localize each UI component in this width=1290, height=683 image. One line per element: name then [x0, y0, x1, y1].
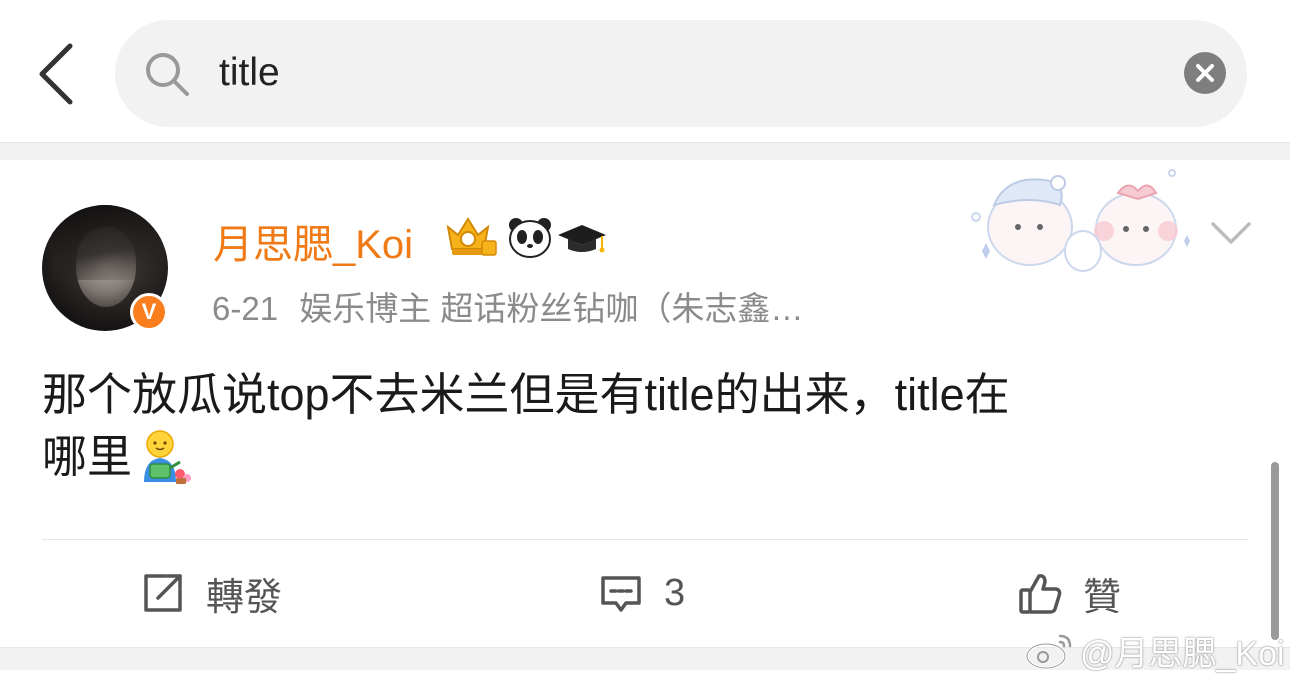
watermark-text: @月思腮_Koi: [1080, 634, 1285, 673]
chevron-left-icon: [39, 43, 73, 105]
post-content-line: 那个放瓜说top不去米兰但是有title的出来，title在: [42, 369, 1010, 420]
avatar-hair: [52, 205, 162, 280]
like-button[interactable]: 贊: [1017, 564, 1121, 622]
profile-description[interactable]: 娱乐博主 超话粉丝钻咖（朱志鑫…: [299, 290, 803, 327]
comment-button[interactable]: 3: [598, 564, 685, 622]
search-icon: [146, 53, 189, 96]
verified-badge: V: [130, 293, 168, 331]
post-options-button[interactable]: [1207, 214, 1255, 250]
repost-label: 轉發: [206, 576, 283, 619]
repost-icon: [144, 574, 182, 612]
post-meta: 6-21 娱乐博主 超话粉丝钻咖（朱志鑫…: [212, 282, 815, 330]
panda-icon: [509, 218, 551, 258]
post-content[interactable]: 那个放瓜说top不去米兰但是有title的出来，title在 哪里: [42, 364, 1232, 488]
post-content-text: 哪里: [42, 431, 133, 482]
weibo-watermark: @月思腮_Koi: [1024, 628, 1285, 673]
action-divider: [42, 539, 1248, 540]
thumbs-up-icon: [1019, 574, 1062, 614]
graduation-cap-icon: [558, 225, 606, 253]
weibo-logo-icon: [1025, 634, 1072, 670]
decorative-bunny-sticker: [971, 169, 1190, 272]
back-button[interactable]: [28, 38, 88, 110]
chevron-down-icon: [1211, 222, 1251, 244]
search-bar: [115, 20, 1247, 127]
crown-badge-icon: [446, 217, 497, 256]
search-input[interactable]: [219, 42, 1119, 104]
scrollbar[interactable]: [1271, 462, 1279, 640]
watering-can-emoji-icon: [144, 430, 192, 484]
like-label: 贊: [1083, 576, 1122, 619]
user-badges: [446, 217, 606, 258]
repost-button[interactable]: 轉發: [140, 564, 282, 622]
section-separator: [0, 142, 1290, 161]
post-content-line: 哪里: [42, 426, 1232, 488]
comment-icon: [601, 576, 641, 612]
clear-search-button[interactable]: [1184, 52, 1226, 94]
comment-count: 3: [664, 571, 686, 614]
post-username[interactable]: 月思腮_Koi: [213, 212, 413, 270]
top-bar: [0, 0, 1290, 142]
post-date: 6-21: [212, 290, 279, 327]
clear-icon: [1196, 64, 1214, 82]
